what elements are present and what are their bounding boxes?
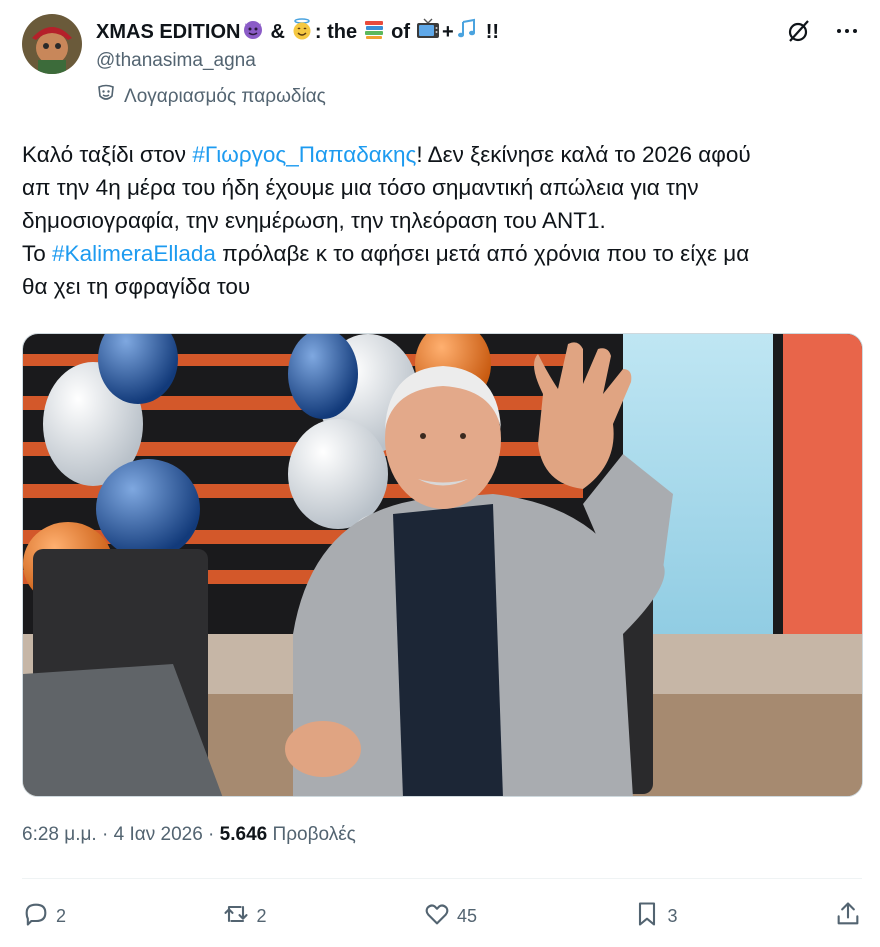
heart-icon <box>423 900 451 933</box>
avatar[interactable] <box>22 14 82 74</box>
tweet-text: Καλό ταξίδι στον #Γιωργος_Παπαδακης! Δεν… <box>22 138 872 303</box>
tweet-text-segment: Καλό ταξίδι στον <box>22 142 193 167</box>
hashtag-link[interactable]: #Γιωργος_Παπαδακης <box>192 142 416 167</box>
hashtag-link[interactable]: #KalimeraEllada <box>52 241 216 266</box>
reply-icon <box>22 900 50 933</box>
divider <box>22 878 862 879</box>
repost-icon <box>222 900 250 933</box>
devil-emoji-icon <box>242 18 264 46</box>
meta-separator: · <box>202 824 220 845</box>
tweet-photo[interactable] <box>22 333 863 797</box>
like-button[interactable]: 45 <box>423 900 477 933</box>
books-emoji-icon <box>363 18 385 46</box>
header-actions <box>786 18 860 49</box>
more-options-icon[interactable] <box>834 18 860 49</box>
theater-mask-icon <box>96 84 116 110</box>
display-name-part: of <box>391 20 411 43</box>
grok-icon[interactable] <box>786 18 812 49</box>
display-name-part: : the <box>314 20 358 43</box>
like-count: 45 <box>456 905 477 926</box>
tweet-line: δημοσιογραφία, την ενημέρωση, την τηλεόρ… <box>22 208 606 233</box>
share-button[interactable] <box>834 900 862 933</box>
repost-count: 2 <box>256 905 267 926</box>
bookmark-button[interactable]: 3 <box>633 900 677 933</box>
tweet-line: απ την 4η μέρα του ήδη έχουμε μια τόσο σ… <box>22 175 699 200</box>
tweet-line: Καλό ταξίδι στον #Γιωργος_Παπαδακης! Δεν… <box>22 138 872 171</box>
view-count-label: Προβολές <box>267 824 356 845</box>
angel-emoji-icon <box>291 18 313 46</box>
music-notes-emoji-icon <box>456 18 478 46</box>
bookmark-count: 3 <box>667 905 678 926</box>
tweet-time[interactable]: 6:28 μ.μ. <box>22 824 97 845</box>
display-name-part: & <box>270 20 285 43</box>
tweet-text-segment: Το <box>22 241 53 266</box>
tweet-text-segment: ! Δεν ξεκίνησε καλά το 2026 αφού <box>416 142 751 167</box>
bookmark-icon <box>633 900 661 933</box>
tweet-actions: 2 2 45 3 <box>22 896 862 936</box>
display-name-part: !! <box>485 20 500 43</box>
tweet-text-segment: πρόλαβε κ το αφήσει μετά από χρόνια που … <box>215 241 750 266</box>
view-count: 5.646 <box>219 824 268 845</box>
tv-emoji-icon <box>416 18 440 46</box>
tweet-line: θα χει τη σφραγίδα του <box>22 274 251 299</box>
display-name-part: + <box>442 20 454 43</box>
share-icon <box>834 900 862 933</box>
reply-button[interactable]: 2 <box>22 900 66 933</box>
user-handle[interactable]: @thanasima_agna <box>96 50 256 72</box>
meta-separator: · <box>96 824 114 845</box>
repost-button[interactable]: 2 <box>222 900 267 933</box>
display-name[interactable]: XMAS EDITION & : the of + !! <box>96 18 499 46</box>
tweet-line: Το #KalimeraEllada πρόλαβε κ το αφήσει μ… <box>22 237 872 270</box>
display-name-part: XMAS EDITION <box>96 20 241 43</box>
tweet-timestamp: 6:28 μ.μ. · 4 Ιαν 2026 · 5.646 Προβολές <box>22 824 356 846</box>
parody-account-label: Λογαριασμός παρωδίας <box>96 84 326 110</box>
reply-count: 2 <box>56 905 67 926</box>
parody-label-text: Λογαριασμός παρωδίας <box>124 86 326 107</box>
tweet-date[interactable]: 4 Ιαν 2026 <box>114 824 203 845</box>
